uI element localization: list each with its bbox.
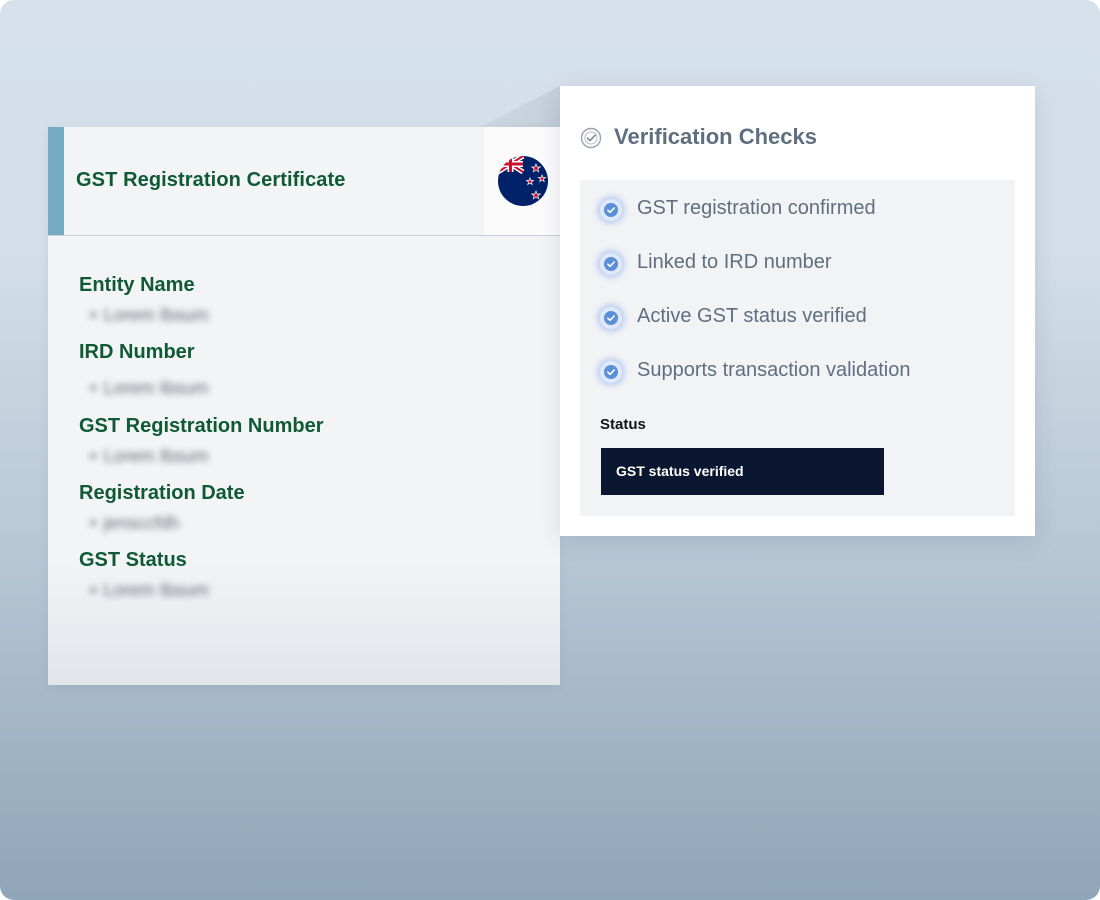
check-item: Active GST status verified	[600, 301, 1000, 331]
field-label-ird-number: IRD Number	[79, 341, 195, 363]
field-label-gst-status: GST Status	[79, 549, 187, 571]
field-label-gst-registration-number: GST Registration Number	[79, 415, 324, 437]
check-item: Linked to IRD number	[600, 247, 1000, 277]
checkmark-badge-icon	[600, 307, 622, 329]
field-value-entity-name: + Lorem Ibsum	[88, 305, 209, 325]
card-fade	[48, 555, 560, 685]
certificate-header: GST Registration Certificate	[48, 127, 560, 236]
check-item: Supports transaction validation	[600, 355, 1000, 385]
checkmark-badge-icon	[600, 253, 622, 275]
check-item-label: Supports transaction validation	[637, 359, 911, 381]
field-value-ird-number: + Lorem Ibsum	[88, 378, 209, 398]
checkmark-badge-icon	[600, 361, 622, 383]
check-item-label: Active GST status verified	[637, 305, 867, 327]
field-value-registration-date: + jensccfdh	[88, 513, 180, 533]
flag-panel	[484, 127, 560, 235]
background-stage: GST Registration Certificate Entity Name…	[0, 0, 1100, 900]
status-badge: GST status verified	[601, 448, 884, 495]
field-value-gst-registration-number: + Lorem Ibsum	[88, 446, 209, 466]
verification-title: Verification Checks	[614, 124, 817, 149]
checkmark-badge-icon	[600, 199, 622, 221]
certificate-title: GST Registration Certificate	[76, 169, 346, 191]
status-value: GST status verified	[616, 463, 744, 479]
field-label-entity-name: Entity Name	[79, 274, 195, 296]
field-value-gst-status: + Lorem Ibsum	[88, 580, 209, 600]
header-accent-bar	[48, 127, 64, 235]
verification-panel: Verification Checks GST registration con…	[560, 86, 1035, 536]
checks-box: GST registration confirmed Linked to IRD…	[580, 180, 1015, 516]
status-label: Status	[600, 416, 646, 433]
check-circle-icon	[580, 127, 602, 149]
check-item-label: Linked to IRD number	[637, 251, 832, 273]
check-item: GST registration confirmed	[600, 193, 1000, 223]
certificate-card: GST Registration Certificate Entity Name…	[48, 127, 560, 685]
check-item-label: GST registration confirmed	[637, 197, 876, 219]
new-zealand-flag-icon	[498, 156, 548, 206]
field-label-registration-date: Registration Date	[79, 482, 245, 504]
